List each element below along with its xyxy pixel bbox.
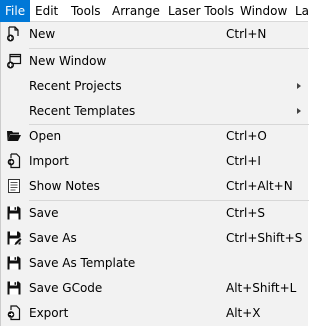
menu-item-label: Show Notes [29,179,100,193]
menu-laser[interactable]: La [290,0,314,22]
menu-item-label: Import [29,154,69,168]
menu-item-label: Recent Projects [29,79,122,93]
menu-item-new-window[interactable]: New Window [1,49,309,74]
menu-item-label: Save GCode [29,281,103,295]
menu-laser-tools[interactable]: Laser Tools [163,0,239,22]
file-menu-dropdown: New Ctrl+N New Window Recent Projects Re… [0,22,309,326]
menu-file[interactable]: File [0,0,31,22]
submenu-arrow-icon [297,83,301,89]
menu-item-save-as[interactable]: Save As Ctrl+Shift+S [1,226,309,251]
menu-item-recent-templates[interactable]: Recent Templates [1,99,309,124]
shortcut-label: Ctrl+Alt+N [226,179,293,193]
notes-icon [8,179,20,193]
shortcut-label: Ctrl+O [226,129,267,143]
menu-item-save-gcode[interactable]: Save GCode Alt+Shift+L [1,276,309,301]
menu-edit[interactable]: Edit [30,0,63,22]
shortcut-label: Ctrl+Shift+S [226,231,303,245]
menu-item-label: Save As Template [29,256,136,270]
shortcut-label: Ctrl+N [226,27,267,41]
save-template-icon [7,256,21,270]
menu-item-open[interactable]: Open Ctrl+O [1,124,309,149]
menu-item-save-as-template[interactable]: Save As Template [1,251,309,276]
menu-window[interactable]: Window [235,0,292,22]
menu-arrange[interactable]: Arrange [107,0,165,22]
menu-item-label: Recent Templates [29,104,136,118]
save-as-icon [7,231,22,246]
menu-item-save[interactable]: Save Ctrl+S [1,201,309,226]
menu-item-label: New [29,27,56,41]
shortcut-label: Ctrl+S [226,206,266,220]
menu-item-import[interactable]: Import Ctrl+I [1,149,309,174]
submenu-arrow-icon [297,108,301,114]
export-icon [7,305,21,321]
menu-item-show-notes[interactable]: Show Notes Ctrl+Alt+N [1,174,309,199]
save-gcode-icon [7,281,21,295]
shortcut-label: Alt+X [226,306,261,320]
shortcut-label: Ctrl+I [226,154,261,168]
menu-item-label: Save [29,206,59,220]
menu-item-export[interactable]: Export Alt+X [1,301,309,326]
menu-item-recent-projects[interactable]: Recent Projects [1,74,309,99]
new-file-icon [7,26,19,42]
menu-item-label: Save As [29,231,77,245]
floppy-disk-icon [7,206,21,220]
menu-item-new[interactable]: New Ctrl+N [1,22,309,47]
menu-item-label: Export [29,306,69,320]
menu-item-label: New Window [29,54,107,68]
shortcut-label: Alt+Shift+L [226,281,297,295]
import-icon [7,153,21,169]
new-window-icon [7,53,22,69]
menu-tools[interactable]: Tools [66,0,106,22]
menu-item-label: Open [29,129,62,143]
folder-open-icon [7,131,21,141]
menu-bar: File Edit Tools Arrange Laser Tools Wind… [0,0,309,22]
